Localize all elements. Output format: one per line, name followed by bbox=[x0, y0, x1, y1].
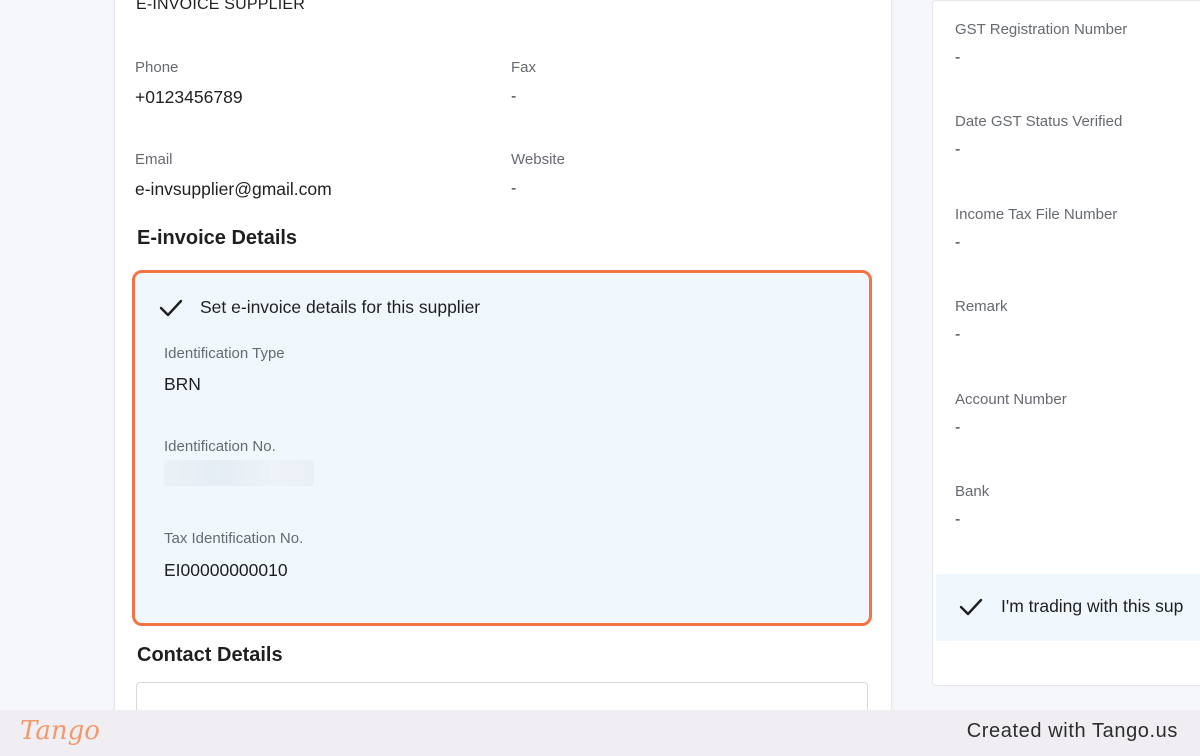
gst-registration-label: GST Registration Number bbox=[955, 21, 1128, 38]
account-number-value: - bbox=[955, 419, 961, 436]
bank-value: - bbox=[955, 511, 961, 528]
contact-details-heading: Contact Details bbox=[137, 644, 283, 666]
einvoice-checkbox-label[interactable]: Set e-invoice details for this supplier bbox=[200, 297, 480, 318]
website-value: - bbox=[511, 180, 517, 197]
gst-registration-value: - bbox=[955, 49, 961, 66]
created-with-tango: Created with Tango.us bbox=[966, 720, 1178, 742]
trading-check-icon[interactable] bbox=[958, 595, 984, 624]
email-value: e-invsupplier@gmail.com bbox=[135, 179, 332, 199]
identification-no-label: Identification No. bbox=[164, 438, 276, 455]
identification-no-redacted bbox=[164, 460, 314, 486]
tango-logo: Tango bbox=[20, 716, 100, 746]
website-label: Website bbox=[511, 151, 565, 168]
check-icon[interactable] bbox=[158, 296, 184, 325]
phone-label: Phone bbox=[135, 59, 179, 76]
fax-value: - bbox=[511, 88, 517, 105]
tax-identification-value: EI00000000010 bbox=[164, 560, 288, 580]
remark-value: - bbox=[955, 326, 961, 343]
income-tax-file-label: Income Tax File Number bbox=[955, 206, 1118, 223]
trading-label[interactable]: I'm trading with this sup bbox=[1001, 596, 1183, 617]
fax-label: Fax bbox=[511, 59, 537, 76]
phone-value: +0123456789 bbox=[135, 87, 243, 107]
supplier-name: E-INVOICE SUPPLIER bbox=[136, 0, 305, 13]
bank-label: Bank bbox=[955, 483, 990, 500]
email-label: Email bbox=[135, 151, 173, 168]
identification-type-label: Identification Type bbox=[164, 345, 285, 362]
income-tax-file-value: - bbox=[955, 234, 961, 251]
account-number-label: Account Number bbox=[955, 391, 1067, 408]
tax-identification-label: Tax Identification No. bbox=[164, 530, 304, 547]
gst-verified-date-value: - bbox=[955, 141, 961, 158]
gst-verified-date-label: Date GST Status Verified bbox=[955, 113, 1123, 130]
identification-type-value: BRN bbox=[164, 374, 201, 394]
einvoice-heading: E-invoice Details bbox=[137, 227, 298, 249]
remark-label: Remark bbox=[955, 298, 1008, 315]
